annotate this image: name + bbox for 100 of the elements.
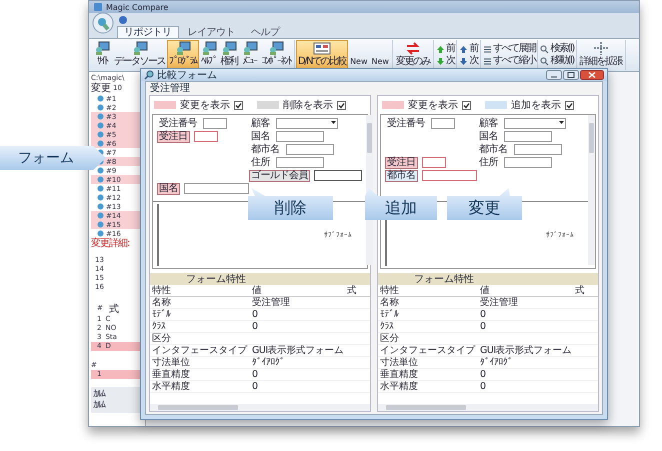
expand-icon [592,41,610,56]
text-field[interactable] [286,144,334,155]
section-title: フォーム特性 [186,274,246,284]
control-label[interactable]: 国名 [157,182,180,194]
text-field[interactable] [314,170,362,181]
text-field[interactable] [422,157,446,168]
ribbon-button[interactable]: すべて縮小 [482,55,536,67]
maximize-button[interactable] [563,70,579,80]
ribbon-button[interactable]: ｻｲﾄ [92,40,112,70]
list-icon [482,44,492,54]
ribbon-button[interactable]: 変更のみ [394,40,432,70]
combo-box[interactable] [504,118,566,129]
text-field[interactable] [194,131,218,142]
property-value: 0 [480,381,487,392]
text-field[interactable] [276,157,324,168]
column-header: 特性 [152,285,172,296]
ribbon-tab[interactable]: ヘルプ [244,26,286,38]
control-label[interactable]: 受注日 [385,156,418,168]
combo-box[interactable] [276,118,338,129]
text-field[interactable] [504,157,552,168]
property-value: 受注管理 [252,297,291,308]
control-label[interactable]: 顧客 [249,118,272,130]
control-label[interactable]: 都市名 [385,170,418,182]
checkbox[interactable] [234,100,243,110]
column-header: 式 [347,285,358,296]
control-label[interactable]: 国名 [249,130,272,142]
search-icon [540,56,550,66]
control-label[interactable]: 住所 [477,156,500,168]
column-header: 特性 [380,285,400,296]
ribbon-button[interactable]: 次 [434,55,456,67]
footer-text: ｶﾙﾑ [93,400,106,411]
property-name: ﾓﾃﾞﾙ [380,309,400,320]
ribbon-button[interactable]: D/Nでの比較 [296,40,348,70]
scrollbar[interactable] [378,404,598,411]
ribbon-button[interactable]: 前 [434,43,456,55]
control-label[interactable]: 受注日 [157,130,190,142]
property-name: 寸法単位 [380,357,419,368]
ribbon-button[interactable]: 権利 [218,40,240,70]
control-label[interactable]: 国名 [477,130,500,142]
ribbon-button[interactable]: 検索(I) [539,43,575,55]
app-icon [93,2,103,12]
ribbon-button[interactable]: New [348,40,370,70]
ribbon-tab[interactable]: リポジトリ [117,26,178,38]
control-label[interactable]: 都市名 [477,144,510,156]
control-label[interactable]: ゴールド会員 [249,170,310,182]
section-title: フォーム特性 [414,274,474,284]
text-field[interactable] [184,183,249,194]
minimize-button[interactable] [546,70,562,80]
ribbon-tab[interactable]: レイアウト [180,26,242,38]
text-field[interactable] [504,131,552,142]
ribbon-button[interactable]: 詳細を拡張 [578,40,624,70]
computer-icon [268,41,284,56]
form-name: 受注管理 [149,82,191,95]
scrollbar[interactable] [150,404,370,411]
checkbox[interactable] [462,100,471,110]
legend-label: 変更を表示 [180,100,230,110]
change-details-label: 変更詳細: [91,238,130,250]
up-arrow-icon [459,44,468,54]
swap-arrows-icon [404,41,421,56]
legend-label: 削除を表示 [283,100,333,110]
property-name: 水平精度 [152,381,191,392]
ribbon-button[interactable]: New [370,40,391,70]
text-field[interactable] [203,118,227,129]
control-label[interactable]: 住所 [249,156,272,168]
ribbon-button[interactable]: ﾒﾆｭｰ [240,40,260,70]
close-button[interactable] [580,70,604,80]
ribbon-button[interactable]: 次 [458,55,479,67]
ribbon-button[interactable]: データソース [112,40,167,70]
ribbon-button[interactable]: 移動(I) [539,55,575,67]
table-icon [313,41,332,56]
property-name: インタフェースタイプ [380,345,476,356]
control-label[interactable]: 受注番号 [157,118,199,130]
control-label[interactable]: 顧客 [477,118,500,130]
checkbox[interactable] [337,100,346,110]
ribbon-button[interactable]: 前 [458,43,479,55]
control-label[interactable]: 受注番号 [385,118,427,130]
ribbon-button[interactable]: ﾌﾟﾛｸﾞﾗﾑ [167,40,198,70]
text-field[interactable] [276,131,324,142]
column-header: 式 [108,304,119,315]
scrollbar[interactable] [588,115,595,265]
column-header: 値 [252,285,262,296]
property-value: 0 [480,321,487,332]
computer-icon [242,41,258,56]
property-name: 垂直精度 [380,369,419,380]
down-arrow-icon [436,56,445,66]
magnifier-icon [144,70,154,80]
ribbon-button[interactable]: ﾍﾙﾌﾟ [198,40,218,70]
footer-text: ｶﾙﾑ [93,389,106,400]
ribbon-button[interactable]: ｺﾝﾎﾟｰﾈﾝﾄ [260,40,293,70]
ribbon-button[interactable]: すべて展開 [482,43,536,55]
property-name: ﾓﾃﾞﾙ [152,309,172,320]
changes-label: 変更 [91,83,111,94]
text-field[interactable] [422,170,477,181]
text-field[interactable] [431,118,455,129]
property-value: ﾀﾞｲｱﾛｸﾞ [252,357,286,368]
checkbox[interactable] [565,100,574,110]
control-label[interactable]: 都市名 [249,144,282,156]
text-field[interactable] [514,144,562,155]
property-name: 名称 [152,297,172,308]
search-icon [540,44,550,54]
